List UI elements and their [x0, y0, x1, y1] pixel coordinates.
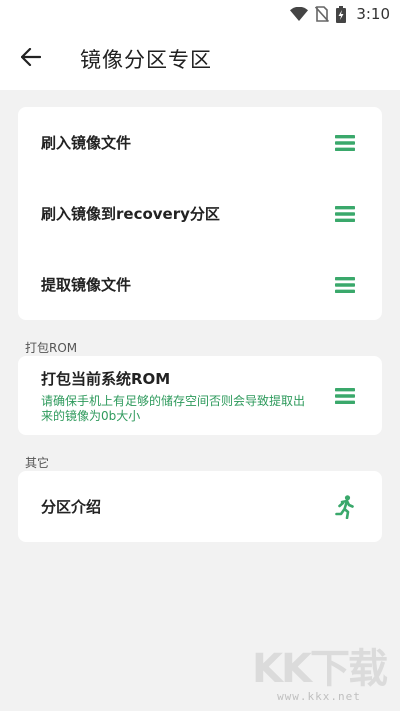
battery-charging-icon [336, 5, 347, 23]
section-label-pack-rom: 打包ROM [25, 341, 78, 355]
flash-recovery-item[interactable]: 刷入镜像到recovery分区 [18, 178, 382, 249]
partition-intro-label: 分区介绍 [41, 498, 102, 516]
watermark-logo: KK下载 [252, 646, 388, 692]
pack-rom-item[interactable]: 打包当前系统ROM 请确保手机上有足够的储存空间否则会导致提取出来的镜像为0b大… [18, 356, 382, 435]
status-time: 3:10 [356, 5, 390, 23]
partition-intro-item[interactable]: 分区介绍 [18, 471, 382, 542]
flash-image-item[interactable]: 刷入镜像文件 [18, 107, 382, 178]
flash-image-label: 刷入镜像文件 [41, 134, 132, 152]
pack-rom-label: 打包当前系统ROM [41, 369, 171, 388]
app-bar: 镜像分区专区 [0, 28, 400, 90]
page-title: 镜像分区专区 [80, 48, 212, 72]
wifi-icon [290, 7, 309, 21]
extract-image-item[interactable]: 提取镜像文件 [18, 249, 382, 320]
arrow-back-icon [20, 47, 42, 70]
menu-icon [335, 134, 355, 151]
extract-image-label: 提取镜像文件 [41, 276, 132, 294]
back-button[interactable] [0, 28, 62, 90]
running-person-icon [335, 494, 355, 519]
menu-icon [335, 387, 355, 404]
status-bar: 3:10 [0, 0, 400, 28]
pack-rom-card: 打包当前系统ROM 请确保手机上有足够的储存空间否则会导致提取出来的镜像为0b大… [18, 356, 382, 435]
pack-rom-description: 请确保手机上有足够的储存空间否则会导致提取出来的镜像为0b大小 [41, 393, 306, 423]
flash-recovery-label: 刷入镜像到recovery分区 [41, 205, 220, 223]
menu-icon [335, 276, 355, 293]
no-sim-icon [315, 6, 330, 22]
other-card: 分区介绍 [18, 471, 382, 542]
image-actions-card: 刷入镜像文件 刷入镜像到recovery分区 提取镜像文件 [18, 107, 382, 320]
section-label-other: 其它 [25, 456, 50, 470]
watermark: KK下载 www.kkx.net [252, 646, 388, 703]
menu-icon [335, 205, 355, 222]
